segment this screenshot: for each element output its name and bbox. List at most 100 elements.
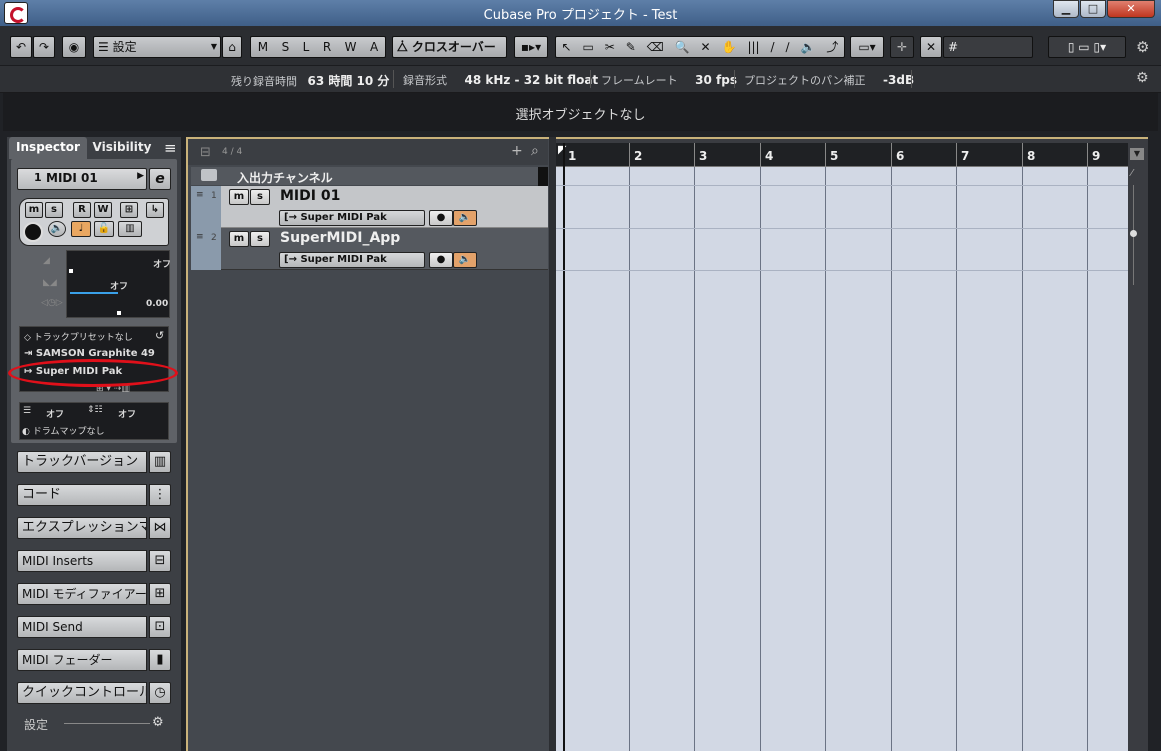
panel-midi-fader[interactable]: MIDI フェーダー xyxy=(17,649,147,671)
delay-value[interactable]: 0.00 xyxy=(146,299,168,309)
panel-expression-map[interactable]: エクスプレッションマ xyxy=(17,517,147,539)
timewarp-tool-icon[interactable]: / xyxy=(771,37,775,57)
zoom-tool-icon[interactable]: 🔍 xyxy=(675,37,690,57)
lane-icon[interactable]: ↳ xyxy=(146,202,164,218)
autoscroll-icon[interactable]: ✛ xyxy=(890,36,914,58)
redo-icon[interactable]: ↷ xyxy=(33,36,55,58)
panel-track-version[interactable]: トラックバージョン xyxy=(17,451,147,473)
playhead-cursor[interactable] xyxy=(563,143,565,751)
mode-r-button[interactable]: R xyxy=(323,37,331,57)
track-monitor-icon[interactable]: 🔈 xyxy=(453,210,477,226)
splitter[interactable] xyxy=(549,137,556,751)
timebase-icon[interactable]: ♩ xyxy=(71,221,91,237)
midi-fader-icon[interactable]: ▮ xyxy=(149,649,171,671)
activate-project-icon[interactable]: ◉ xyxy=(62,36,86,58)
mode-a-button[interactable]: A xyxy=(370,37,378,57)
freeze-icon[interactable]: ⊞ xyxy=(120,202,138,218)
chord-icon[interactable]: ⋮ xyxy=(149,484,171,506)
reload-icon[interactable]: ↺ xyxy=(155,329,164,342)
pan-law[interactable]: プロジェクトのパン補正 -3dB xyxy=(744,72,914,88)
close-button[interactable]: ✕ xyxy=(1107,0,1155,18)
range-tool-icon[interactable]: ▭ xyxy=(582,37,593,57)
track-output-routing[interactable]: [→ Super MIDI Pak xyxy=(279,252,425,268)
inspector-settings-label[interactable]: 設定 xyxy=(24,716,48,733)
tab-visibility[interactable]: Visibility xyxy=(88,137,156,159)
panel-midi-inserts[interactable]: MIDI Inserts xyxy=(17,550,147,572)
minimize-button[interactable]: ▁ xyxy=(1053,0,1079,18)
track-name[interactable]: SuperMIDI_App xyxy=(280,230,400,246)
undo-icon[interactable]: ↶ xyxy=(10,36,32,58)
workspace-select[interactable]: ☰ 設定 ▼ xyxy=(93,36,221,58)
mute-tool-icon[interactable]: ✕ xyxy=(701,37,711,57)
mode-s-button[interactable]: S xyxy=(282,37,290,57)
delay-slider[interactable] xyxy=(117,311,121,315)
bank-value[interactable]: オフ xyxy=(118,407,136,420)
panel-chord[interactable]: コード xyxy=(17,484,147,506)
record-enable-button[interactable] xyxy=(23,222,43,242)
color-tool-icon[interactable]: ⤴ xyxy=(826,37,838,57)
gear-icon[interactable]: ⚙ xyxy=(1136,38,1149,56)
zoom-menu-icon[interactable]: ▼ xyxy=(1130,148,1144,160)
snap-icon[interactable]: ✕ xyxy=(920,36,942,58)
info-settings-gear-icon[interactable]: ⚙ xyxy=(1136,70,1149,86)
arrow-tool-icon[interactable]: ↖ xyxy=(561,37,571,57)
read-button[interactable]: R xyxy=(73,202,91,218)
panel-quick-controls[interactable]: クイックコントロール xyxy=(17,682,147,704)
tab-inspector[interactable]: Inspector xyxy=(9,137,87,159)
track-mute-button[interactable]: m xyxy=(229,189,249,205)
track-mute-button[interactable]: m xyxy=(229,231,249,247)
input-routing[interactable]: ⇥ SAMSON Graphite 49 xyxy=(24,348,155,359)
panel-midi-send[interactable]: MIDI Send xyxy=(17,616,147,638)
drummap-row[interactable]: ◐ ドラムマップなし xyxy=(22,424,104,437)
vertical-zoom-handle[interactable] xyxy=(1130,230,1137,237)
record-format[interactable]: 録音形式 48 kHz - 32 bit float xyxy=(403,72,598,88)
write-button[interactable]: W xyxy=(94,202,112,218)
panel-midi-modifier[interactable]: MIDI モディファイアー xyxy=(17,583,147,605)
track-name[interactable]: MIDI 01 xyxy=(280,188,340,204)
search-icon[interactable]: ⌕ xyxy=(531,143,539,159)
mode-m-button[interactable]: M xyxy=(258,37,268,57)
track-version-icon[interactable]: ▥ xyxy=(149,451,171,473)
program-value[interactable]: オフ xyxy=(46,407,64,420)
track-solo-button[interactable]: s xyxy=(250,231,270,247)
draw-tool-icon[interactable]: ✎ xyxy=(626,37,636,57)
track-list-icon[interactable]: ⊟ xyxy=(200,145,211,160)
snap-grid-select[interactable]: # xyxy=(943,36,1033,58)
automation-mode-icon[interactable]: ▪▸▾ xyxy=(514,36,548,58)
track-monitor-icon[interactable]: 🔈 xyxy=(453,252,477,268)
hand-tool-icon[interactable]: ✋ xyxy=(722,37,737,57)
inspector-track-name[interactable]: 1 MIDI 01 ▶ xyxy=(17,168,147,190)
mode-w-button[interactable]: W xyxy=(345,37,357,57)
solo-button[interactable]: s xyxy=(45,202,63,218)
remaining-time[interactable]: 残り録音時間 63 時間 10 分 xyxy=(231,72,389,89)
expression-map-icon[interactable]: ⋈ xyxy=(149,517,171,539)
play-tool-icon[interactable]: 🔈 xyxy=(800,37,815,57)
volume-slider[interactable] xyxy=(69,269,73,273)
pan-value[interactable]: オフ xyxy=(110,279,128,292)
quick-controls-icon[interactable]: ◷ xyxy=(149,682,171,704)
program-spin-icon[interactable]: ⇕☷ xyxy=(87,405,103,415)
monitor-icon[interactable]: 🔈 xyxy=(48,221,66,237)
track-output-routing[interactable]: [→ Super MIDI Pak xyxy=(279,210,425,226)
edit-instrument-icon[interactable]: e xyxy=(149,168,171,190)
track-record-button[interactable]: ● xyxy=(429,252,453,268)
volume-value[interactable]: オフ xyxy=(153,257,171,270)
mute-button[interactable]: m xyxy=(25,202,43,218)
track-record-button[interactable]: ● xyxy=(429,210,453,226)
split-tool-icon[interactable]: ✂ xyxy=(605,37,615,57)
midi-modifier-icon[interactable]: ⊞ xyxy=(149,583,171,605)
midi-send-icon[interactable]: ⊡ xyxy=(149,616,171,638)
color-select-icon[interactable]: ▭▾ xyxy=(850,36,884,58)
window-layout-icons[interactable]: ▯ ▭ ▯▾ xyxy=(1048,36,1126,58)
add-track-icon[interactable]: + xyxy=(511,143,523,159)
erase-tool-icon[interactable]: ⌫ xyxy=(647,37,664,57)
comp-tool-icon[interactable]: ||| xyxy=(747,37,759,57)
midi-inserts-icon[interactable]: ⊟ xyxy=(149,550,171,572)
preset-row[interactable]: ◇ トラックプリセットなし xyxy=(24,330,133,343)
pan-slider[interactable] xyxy=(70,292,118,294)
lock-icon[interactable]: 🔓 xyxy=(94,221,114,237)
maximize-button[interactable]: □ xyxy=(1080,0,1106,18)
line-tool-icon[interactable]: ∕ xyxy=(786,37,790,57)
frame-rate[interactable]: フレームレート 30 fps xyxy=(601,72,737,88)
track-solo-button[interactable]: s xyxy=(250,189,270,205)
